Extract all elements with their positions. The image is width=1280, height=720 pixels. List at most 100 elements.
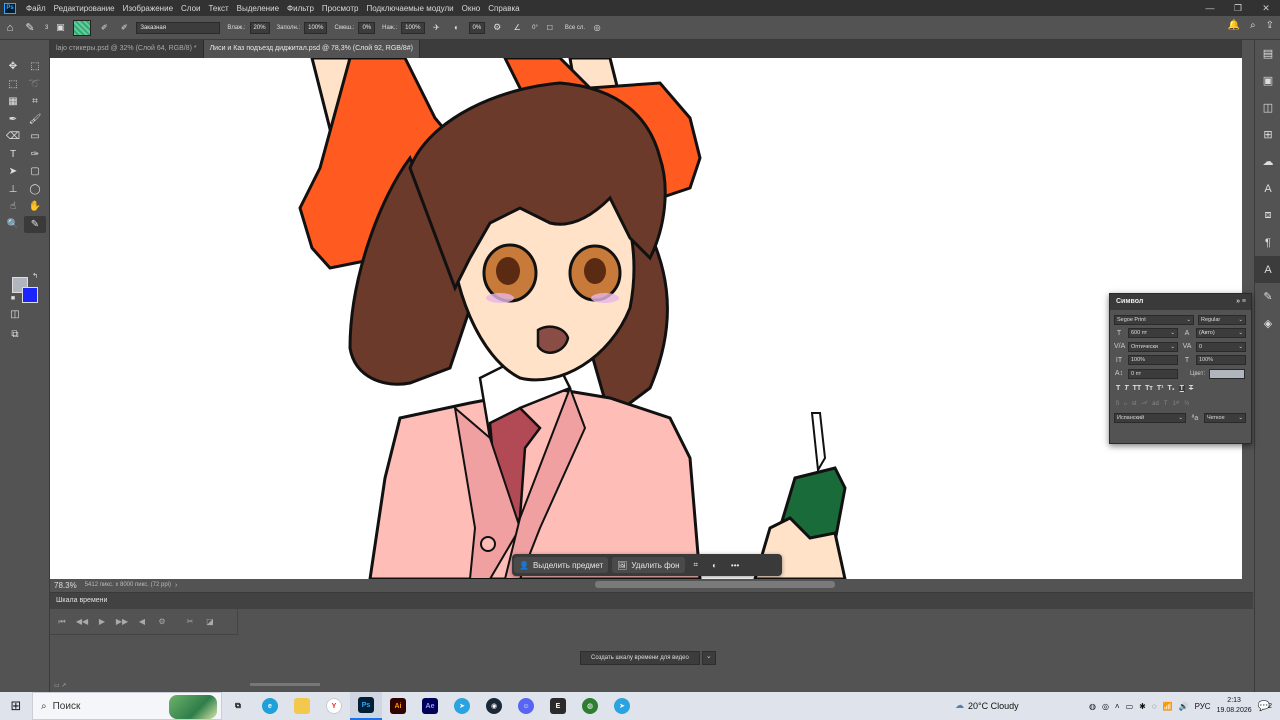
gradient-tool-icon[interactable]: ▭ xyxy=(24,128,46,146)
load-brush-icon[interactable]: ✐ xyxy=(96,20,112,36)
brush-preset-icon[interactable]: ▣ xyxy=(52,20,68,36)
font-size-field[interactable]: 600 пт ⌄ xyxy=(1128,328,1178,339)
split-icon[interactable]: ✂ xyxy=(182,617,198,626)
first-frame-icon[interactable]: ⏮ xyxy=(54,617,70,627)
menu-window[interactable]: Окно xyxy=(458,4,485,13)
yandex-browser-icon[interactable]: Y xyxy=(318,692,350,720)
default-colors-icon[interactable]: ■ xyxy=(8,293,18,303)
faux-italic-icon[interactable]: T xyxy=(1124,385,1128,392)
brush-load-swatch[interactable] xyxy=(73,19,92,36)
epic-games-icon[interactable]: E xyxy=(542,692,574,720)
zoom-level[interactable]: 78.3% xyxy=(50,581,81,590)
strikethrough-icon[interactable]: T xyxy=(1189,385,1193,392)
timeline-title[interactable]: Шкала времени xyxy=(50,593,1253,609)
layer-comps-icon[interactable]: ▣ xyxy=(1255,67,1280,94)
menu-filter[interactable]: Фильтр xyxy=(283,4,318,13)
adjustments-icon[interactable]: ⧈ xyxy=(1255,202,1280,229)
mix-field[interactable]: 0% xyxy=(358,21,376,34)
windows-start-icon[interactable]: ⊞ xyxy=(0,698,32,714)
next-frame-icon[interactable]: ▶▶ xyxy=(114,617,130,626)
small-caps-icon[interactable]: Tт xyxy=(1145,385,1153,392)
titling-icon[interactable]: T xyxy=(1164,401,1168,407)
wifi-icon[interactable]: 📶 xyxy=(1163,702,1173,711)
network-icon[interactable]: ▭ xyxy=(1126,702,1134,711)
mixer-brush-icon[interactable]: ✎ xyxy=(22,20,38,36)
load-field[interactable]: 100% xyxy=(304,21,328,34)
character-panel-icon[interactable]: A xyxy=(1255,256,1280,283)
language-indicator[interactable]: РУС xyxy=(1195,702,1211,711)
smoothing-icon[interactable]: ◐ xyxy=(449,20,465,36)
screen-mode-icon[interactable]: ⧉ xyxy=(4,326,26,344)
create-video-timeline-button[interactable]: Создать шкалу времени для видео xyxy=(580,651,700,665)
history-panel-icon[interactable]: ▤ xyxy=(1255,40,1280,67)
horizontal-scrollbar[interactable] xyxy=(595,581,835,588)
flow-field[interactable]: 100% xyxy=(401,21,425,34)
baseline-shift-field[interactable]: 0 пт xyxy=(1128,368,1178,379)
smoothing-field[interactable]: 0% xyxy=(468,21,486,34)
underline-icon[interactable]: T xyxy=(1178,384,1185,392)
share-icon[interactable]: ⇪ xyxy=(1266,20,1274,31)
clean-brush-icon[interactable]: ✐ xyxy=(116,20,132,36)
airbrush-icon[interactable]: ✈ xyxy=(429,20,445,36)
illustrator-icon[interactable]: Ai xyxy=(382,692,414,720)
mode-select[interactable]: Заказная xyxy=(136,21,221,34)
menu-plugins[interactable]: Подключаемые модули xyxy=(362,4,457,13)
menu-image[interactable]: Изображение xyxy=(119,4,177,13)
clock[interactable]: 2:13 19.08.2026 xyxy=(1217,696,1252,716)
kerning-field[interactable]: Оптически ⌄ xyxy=(1128,341,1178,352)
stylistic-alt-icon[interactable]: ad xyxy=(1152,401,1159,407)
timeline-footer-icons[interactable]: ▭ ↗ xyxy=(54,682,66,689)
steam-icon[interactable]: ◉ xyxy=(478,692,510,720)
document-canvas[interactable] xyxy=(50,58,1242,579)
close-button[interactable]: ✕ xyxy=(1252,0,1280,16)
tab-active-document[interactable]: Лиси и Каз подъезд диджитал.psd @ 78,3% … xyxy=(203,40,420,58)
prev-frame-icon[interactable]: ◀◀ xyxy=(74,617,90,626)
transition-icon[interactable]: ◪ xyxy=(202,617,218,626)
bluetooth-icon[interactable]: ✱ xyxy=(1139,702,1146,711)
character-panel-header[interactable]: Символ » ≡ xyxy=(1110,294,1251,310)
leading-field[interactable]: (Авто) ⌄ xyxy=(1196,328,1246,339)
search-icon[interactable]: ⌕ xyxy=(1250,20,1256,31)
taskbar-search[interactable]: ⌕ Поиск xyxy=(32,692,222,720)
antialias-select[interactable]: Четкое ⌄ xyxy=(1204,413,1246,424)
remove-background-button[interactable]: 🖼 Удалить фон xyxy=(612,557,685,573)
all-layers-checkbox[interactable]: ☐ xyxy=(542,20,558,36)
chevron-down-icon[interactable]: ⌄ xyxy=(701,651,716,665)
zoom-tool-icon[interactable]: 🔍 xyxy=(2,216,24,234)
contextual-alt-icon[interactable]: ℴ xyxy=(1124,400,1127,407)
hand-tool-icon[interactable]: ✋ xyxy=(24,198,46,216)
text-color-swatch[interactable] xyxy=(1209,368,1246,379)
table-icon[interactable]: ⊞ xyxy=(1255,121,1280,148)
weather-widget[interactable]: ☁ 20°C Cloudy xyxy=(955,700,1019,711)
home-icon[interactable]: ⌂ xyxy=(2,20,18,36)
minimize-button[interactable]: — xyxy=(1196,0,1224,16)
swap-colors-icon[interactable]: ↰ xyxy=(30,271,40,281)
angle-value[interactable]: 0° xyxy=(532,25,538,31)
move-tool-icon[interactable]: ✥ xyxy=(2,58,24,76)
edge-icon[interactable]: e xyxy=(254,692,286,720)
menu-layers[interactable]: Слои xyxy=(177,4,204,13)
menu-file[interactable]: Файл xyxy=(22,4,50,13)
brushes-icon[interactable]: ☁ xyxy=(1255,148,1280,175)
photoshop-taskbar-icon[interactable]: Ps xyxy=(350,692,382,720)
telegram-second-icon[interactable]: ➤ xyxy=(606,692,638,720)
object-select-tool-icon[interactable]: ▦ xyxy=(2,93,24,111)
marquee-tool-icon[interactable]: ⬚ xyxy=(2,76,24,94)
quick-mask-icon[interactable]: ◫ xyxy=(4,306,26,324)
font-family-select[interactable]: Segoe Print ⌄ xyxy=(1114,314,1194,325)
brush-size-value[interactable]: 3 xyxy=(45,25,48,31)
transform-button[interactable]: ⌗ xyxy=(689,557,704,573)
tray-more-icon[interactable]: ◌ xyxy=(1152,702,1157,711)
audio-icon[interactable]: ◀ xyxy=(134,617,150,626)
more-options-button[interactable]: ••• xyxy=(726,557,744,573)
eyedropper-tool-icon[interactable]: ✒ xyxy=(2,111,24,129)
play-icon[interactable]: ▶ xyxy=(94,617,110,626)
all-caps-icon[interactable]: TT xyxy=(1133,385,1142,392)
select-subject-button[interactable]: 👤 Выделить предмет xyxy=(514,557,609,573)
fractions-icon[interactable]: ½ xyxy=(1184,401,1189,407)
libraries-icon[interactable]: ◫ xyxy=(1255,94,1280,121)
subscript-icon[interactable]: T₁ xyxy=(1167,385,1174,392)
menu-help[interactable]: Справка xyxy=(484,4,523,13)
panel-menu-icon[interactable]: » ≡ xyxy=(1236,294,1246,310)
tray-app-icon[interactable]: ◍ xyxy=(1089,702,1096,711)
